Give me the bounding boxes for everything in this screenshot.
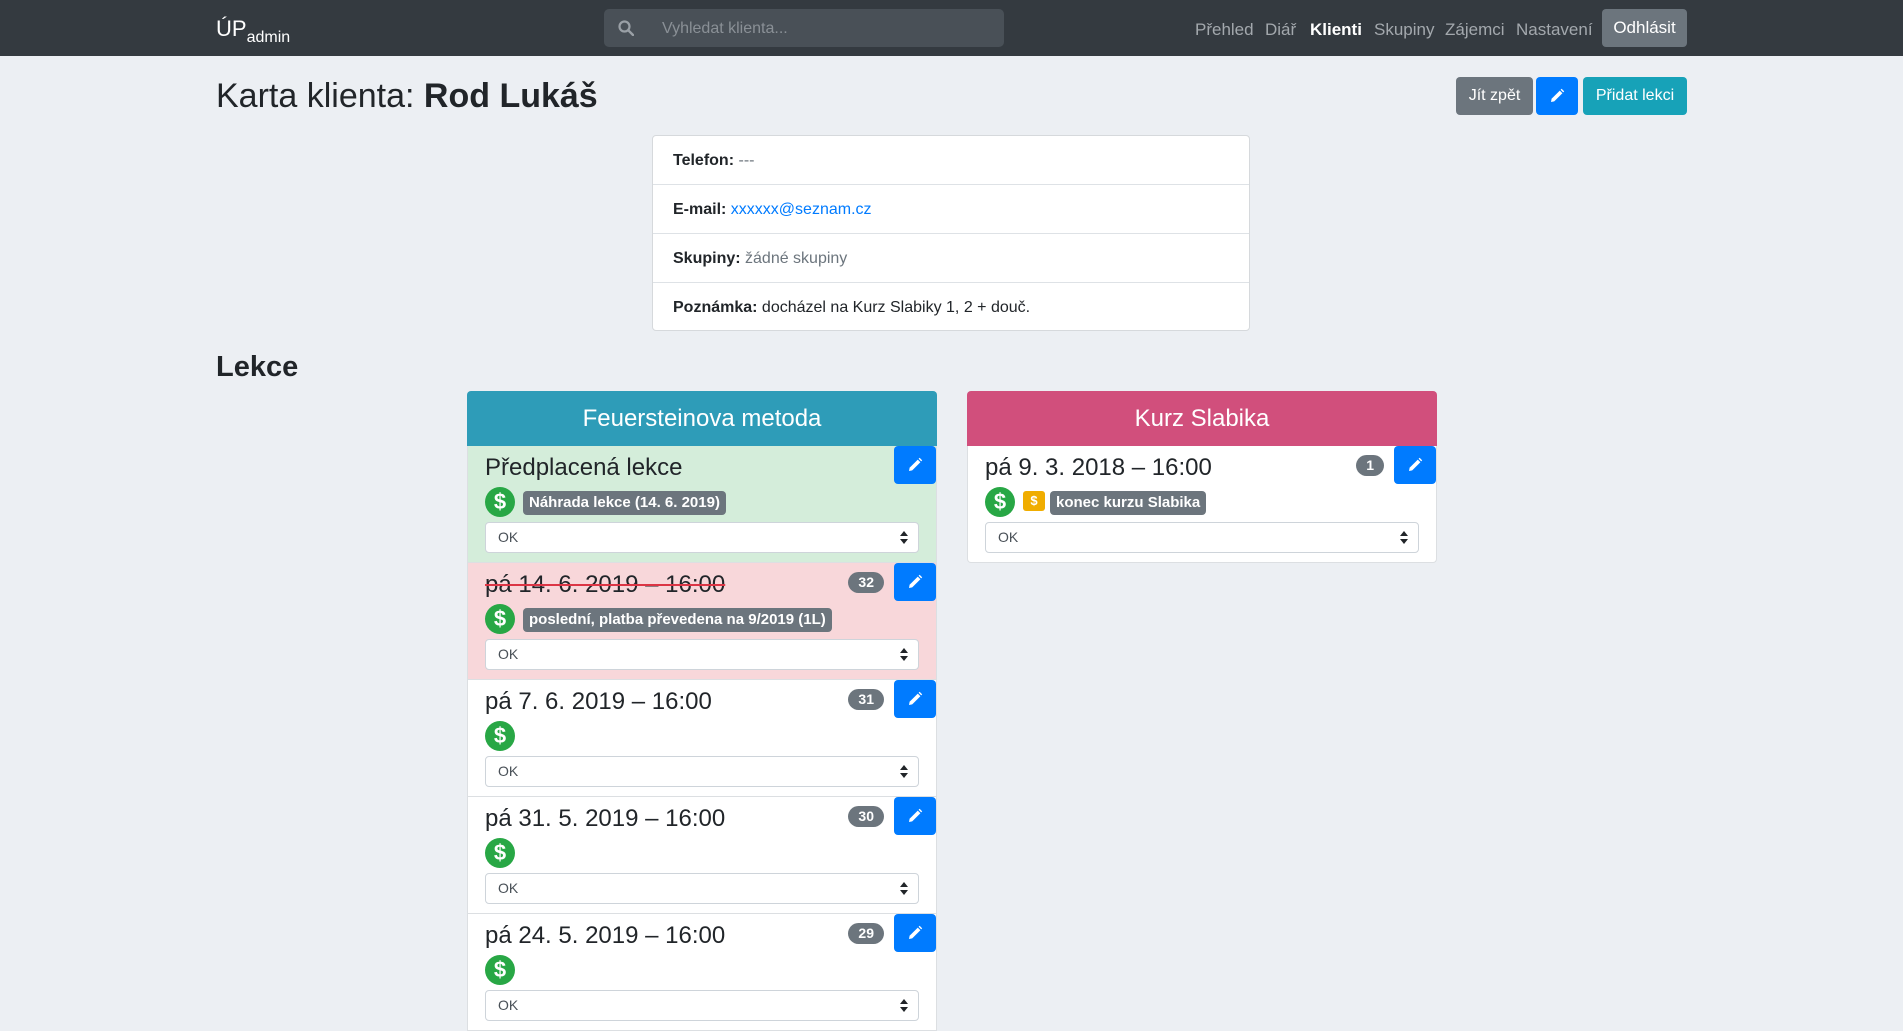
select-arrows-icon	[900, 882, 908, 895]
lesson-title: pá 7. 6. 2019 – 16:00	[485, 688, 712, 715]
phone-label: Telefon:	[673, 152, 735, 169]
dollar-icon: $	[485, 604, 515, 634]
brand-logo[interactable]: ÚPadmin	[216, 16, 291, 47]
add-lesson-button[interactable]: Přidat lekci	[1583, 77, 1687, 115]
client-name: Rod Lukáš	[423, 77, 598, 115]
search-input[interactable]	[660, 9, 994, 49]
lesson-note-tag: konec kurzu Slabika	[1050, 491, 1207, 515]
pencil-icon	[1551, 88, 1565, 102]
course-header: Kurz Slabika	[967, 391, 1437, 446]
lesson-count-badge: 29	[848, 923, 884, 944]
pencil-icon	[909, 925, 923, 939]
lesson-item: pá 31. 5. 2019 – 16:00 30 $ OK	[467, 797, 937, 914]
select-arrows-icon	[1400, 531, 1408, 544]
pencil-icon	[1409, 457, 1423, 471]
lesson-item: Předplacená lekce $ Náhrada lekce (14. 6. …	[467, 446, 937, 563]
edit-lesson-button[interactable]	[1394, 446, 1436, 484]
nav-nastaveni[interactable]: Nastavení	[1516, 20, 1593, 40]
select-value: OK	[498, 763, 519, 779]
lesson-item: pá 9. 3. 2018 – 16:00 1 $ $ konec kurzu Slab…	[967, 446, 1437, 563]
phone-value: ---	[738, 152, 755, 169]
select-value: OK	[498, 529, 519, 545]
edit-lesson-button[interactable]	[894, 914, 936, 952]
lesson-status-select[interactable]: OK	[485, 756, 919, 787]
note-dollar-icon: $	[1023, 491, 1045, 511]
title-prefix: Karta klienta:	[216, 77, 415, 115]
note-value: docházel na Kurz Slabiky 1, 2 + douč.	[761, 299, 1031, 316]
lesson-status-select[interactable]: OK	[485, 873, 919, 904]
phone-row: Telefon: ---	[653, 136, 1249, 185]
nav-klienti[interactable]: Klienti	[1310, 20, 1362, 40]
lesson-status-select[interactable]: OK	[485, 522, 919, 553]
pencil-icon	[909, 691, 923, 705]
email-link[interactable]: xxxxxx@seznam.cz	[731, 201, 872, 218]
lessons-title: Lekce	[216, 351, 299, 383]
lesson-title: pá 9. 3. 2018 – 16:00	[985, 454, 1212, 481]
note-row: Poznámka: docházel na Kurz Slabiky 1, 2 …	[653, 283, 1249, 332]
logout-button[interactable]: Odhlásit	[1602, 9, 1687, 47]
lesson-count-badge: 31	[848, 689, 884, 710]
pencil-icon	[909, 574, 923, 588]
nav-zajemci[interactable]: Zájemci	[1445, 20, 1505, 40]
search-box	[604, 9, 1004, 49]
lesson-title: pá 31. 5. 2019 – 16:00	[485, 805, 726, 832]
brand-main: ÚP	[216, 16, 247, 41]
lesson-title: pá 24. 5. 2019 – 16:00	[485, 922, 726, 949]
nav-diar[interactable]: Diář	[1265, 20, 1296, 40]
dollar-icon: $	[485, 487, 515, 517]
select-arrows-icon	[900, 648, 908, 661]
note-label: Poznámka:	[673, 299, 758, 316]
select-arrows-icon	[900, 999, 908, 1012]
lesson-note-tag: poslední, platba převedena na 9/2019 (1L…	[523, 608, 832, 632]
lesson-status-select[interactable]: OK	[485, 639, 919, 670]
course-header: Feuersteinova metoda	[467, 391, 937, 446]
lesson-count-badge: 32	[848, 572, 884, 593]
client-info-card: Telefon: --- E-mail: xxxxxx@seznam.cz Sk…	[652, 135, 1250, 331]
brand-sub: admin	[246, 29, 291, 46]
edit-client-button[interactable]	[1536, 77, 1578, 115]
lesson-count-badge: 1	[1356, 455, 1384, 476]
nav-prehled[interactable]: Přehled	[1195, 20, 1254, 40]
back-button[interactable]: Jít zpět	[1456, 77, 1533, 115]
lesson-status-select[interactable]: OK	[485, 990, 919, 1021]
edit-lesson-button[interactable]	[894, 563, 936, 601]
lesson-status-select[interactable]: OK	[985, 522, 1419, 553]
page-title: Karta klienta: Rod Lukáš	[216, 76, 598, 116]
select-value: OK	[498, 646, 519, 662]
groups-label: Skupiny:	[673, 250, 741, 267]
pencil-icon	[909, 808, 923, 822]
groups-value: žádné skupiny	[745, 250, 848, 267]
search-icon	[618, 20, 634, 36]
email-label: E-mail:	[673, 201, 727, 218]
lesson-item: pá 7. 6. 2019 – 16:00 31 $ OK	[467, 680, 937, 797]
dollar-icon: $	[485, 955, 515, 985]
pencil-icon	[909, 457, 923, 471]
navbar: ÚPadmin Přehled Diář Klienti Skupiny Záj…	[0, 0, 1903, 56]
select-value: OK	[498, 880, 519, 896]
select-value: OK	[498, 997, 519, 1013]
lesson-item: pá 24. 5. 2019 – 16:00 29 $ OK	[467, 914, 937, 1031]
select-value: OK	[998, 529, 1019, 545]
edit-lesson-button[interactable]	[894, 797, 936, 835]
edit-lesson-button[interactable]	[894, 446, 936, 484]
edit-lesson-button[interactable]	[894, 680, 936, 718]
email-row: E-mail: xxxxxx@seznam.cz	[653, 185, 1249, 234]
lesson-title: Předplacená lekce	[485, 454, 683, 481]
lesson-title: pá 14. 6. 2019 – 16:00	[485, 571, 726, 598]
lesson-count-badge: 30	[848, 806, 884, 827]
dollar-icon: $	[485, 838, 515, 868]
lesson-note-tag: Náhrada lekce (14. 6. 2019)	[523, 491, 726, 515]
nav-skupiny[interactable]: Skupiny	[1374, 20, 1434, 40]
select-arrows-icon	[900, 765, 908, 778]
dollar-icon: $	[485, 721, 515, 751]
select-arrows-icon	[900, 531, 908, 544]
lesson-item: pá 14. 6. 2019 – 16:00 32 $ poslední, platb…	[467, 563, 937, 680]
dollar-icon: $	[985, 487, 1015, 517]
groups-row: Skupiny: žádné skupiny	[653, 234, 1249, 283]
